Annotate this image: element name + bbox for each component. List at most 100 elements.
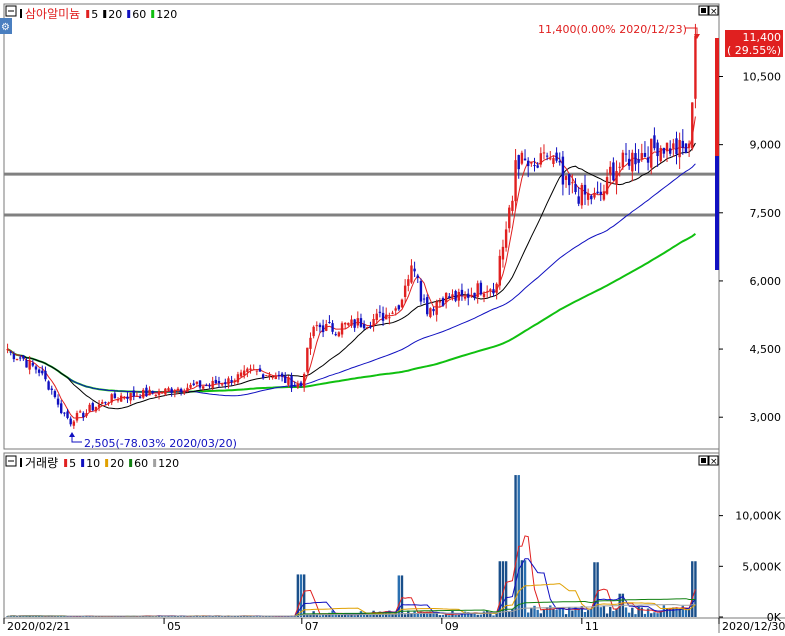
volume-bar — [319, 615, 321, 617]
candle-body — [221, 384, 223, 385]
stock-chart-window: ⚙ 삼아알미늄 52060120 × 11,400(0.00% 2020/12/… — [0, 0, 785, 633]
price-legend-swatch — [127, 10, 130, 18]
candle-body — [404, 286, 406, 297]
volume-bar — [338, 615, 340, 617]
candle-body — [278, 375, 280, 376]
volume-bar — [543, 610, 545, 617]
candle-body — [51, 389, 53, 390]
candle-body — [287, 377, 289, 385]
volume-legend-swatch — [129, 459, 132, 467]
candle-body — [432, 309, 434, 311]
candle-body — [413, 269, 415, 272]
legend-marker — [20, 9, 22, 18]
candle-body — [338, 332, 340, 336]
candle-body — [363, 324, 365, 328]
candle-body — [634, 153, 636, 164]
candle-body — [316, 325, 318, 326]
x-tick-label: 09 — [445, 620, 459, 633]
price-panel-frame — [4, 4, 719, 449]
candle-body — [268, 375, 270, 377]
candle-body — [470, 295, 472, 297]
candle-body — [511, 201, 513, 211]
candle-body — [486, 291, 488, 292]
candle-body — [47, 381, 49, 389]
volume-bar — [546, 607, 548, 617]
volume-bar — [593, 562, 595, 617]
candle-body — [300, 383, 302, 386]
candle-body — [142, 390, 144, 398]
candle-body — [562, 157, 564, 185]
volume-bar — [417, 614, 419, 617]
x-tick-label: 2020/12/30 — [722, 620, 785, 633]
volume-bar — [577, 609, 579, 617]
candle-body — [57, 399, 59, 405]
volume-legend-ma-label: 10 — [86, 457, 100, 470]
volume-bar — [615, 608, 617, 617]
candle-body — [25, 360, 27, 367]
candle-body — [114, 393, 116, 398]
volume-bar — [660, 612, 662, 617]
candle-body — [281, 374, 283, 377]
candle-body — [372, 319, 374, 326]
candle-body — [139, 397, 141, 398]
candle-body — [237, 374, 239, 382]
candle-body — [205, 385, 207, 386]
candle-body — [495, 284, 497, 293]
candle-body — [480, 283, 482, 295]
volume-bar — [656, 613, 658, 617]
volume-bar — [221, 616, 223, 617]
candle-body — [527, 161, 529, 166]
candle-body — [41, 371, 43, 374]
candle-body — [663, 148, 665, 154]
candle-body — [502, 247, 504, 260]
candle-body — [559, 161, 561, 162]
candle-body — [533, 165, 535, 166]
candle-body — [391, 313, 393, 314]
candle-body — [644, 153, 646, 157]
volume-bar — [653, 612, 655, 617]
volume-bar — [527, 613, 529, 617]
volume-legend-swatch — [105, 459, 108, 467]
candle-body — [335, 334, 337, 335]
volume-bar — [631, 608, 633, 617]
candle-body — [265, 375, 267, 376]
candle-body — [319, 325, 321, 327]
candle-body — [571, 182, 573, 183]
candle-body — [322, 325, 324, 332]
candle-body — [612, 162, 614, 180]
candle-body — [111, 394, 113, 402]
candle-body — [376, 314, 378, 320]
candle-body — [271, 377, 273, 378]
candle-body — [199, 380, 201, 387]
candle-body — [331, 323, 333, 332]
volume-bar — [483, 611, 485, 617]
candle-body — [454, 291, 456, 301]
candle-body — [618, 167, 620, 168]
volume-bar — [565, 614, 567, 617]
volume-bar — [404, 614, 406, 617]
volume-bar — [641, 608, 643, 617]
candle-body — [666, 143, 668, 152]
volume-bar — [685, 609, 687, 617]
candle-body — [193, 384, 195, 386]
candle-body — [473, 293, 475, 298]
candle-body — [458, 292, 460, 301]
candle-body — [518, 155, 520, 169]
candle-body — [44, 371, 46, 379]
volume-legend-ma-label: 20 — [110, 457, 124, 470]
candle-body — [568, 174, 570, 185]
candle-body — [73, 422, 75, 426]
candle-body — [360, 318, 362, 327]
candle-body — [593, 193, 595, 197]
price-legend-ma-label: 20 — [108, 8, 122, 21]
x-tick-label: 05 — [167, 620, 181, 633]
volume-legend-swatch — [81, 459, 84, 467]
candle-body — [426, 297, 428, 314]
candle-body — [552, 158, 554, 164]
candle-body — [467, 294, 469, 298]
volume-bar — [458, 615, 460, 617]
volume-bar — [584, 612, 586, 617]
candle-body — [63, 413, 65, 414]
volume-bar — [555, 610, 557, 617]
x-tick-label: 07 — [305, 620, 319, 633]
